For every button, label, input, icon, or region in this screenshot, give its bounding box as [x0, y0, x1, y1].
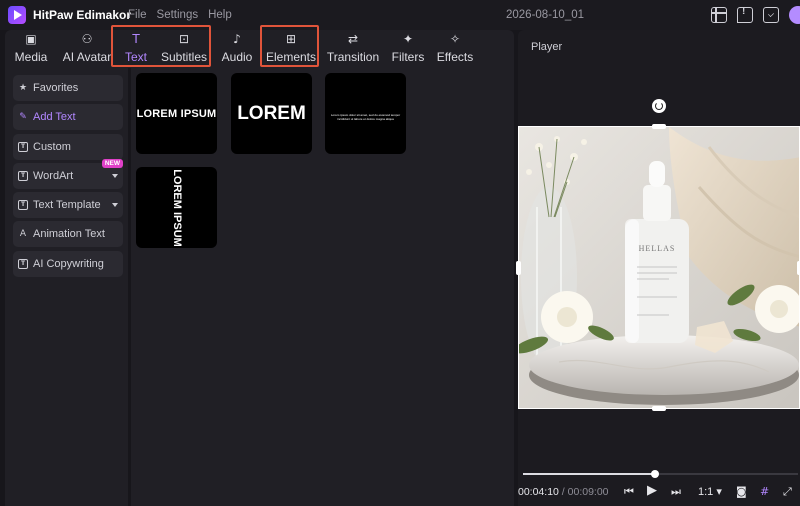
transition-icon: ⇄	[347, 32, 359, 46]
total-time: 00:09:00	[567, 486, 609, 498]
animation-text-icon: A	[19, 229, 27, 240]
sidebar-item-custom[interactable]: T Custom	[13, 133, 123, 160]
new-badge: NEW	[101, 158, 123, 168]
chevron-down-icon[interactable]	[112, 203, 118, 208]
previous-frame-icon[interactable]: ⏮	[624, 485, 634, 499]
app-name: HitPaw Edimakor	[33, 8, 132, 22]
sidebar-item-add-text[interactable]: ✎ Add Text	[13, 104, 123, 131]
menu-bar: File Settings Help	[128, 9, 232, 21]
sidebar-item-ai-copywriting[interactable]: T AI Copywriting	[13, 250, 123, 277]
subtitles-icon: ⊡	[178, 32, 190, 46]
product-label: HELLAS	[639, 244, 676, 253]
menu-file[interactable]: File	[128, 9, 147, 21]
pane-divider[interactable]	[128, 68, 131, 506]
tab-ai-avatar[interactable]: ⚇ AI Avatar	[59, 30, 115, 68]
player-pane: Player HELLAS 00:04:10 / 00:09:00 ⏮ ▶ ⏭ …	[516, 30, 800, 506]
text-template-icon: T	[18, 200, 28, 211]
effects-icon: ✧	[449, 32, 461, 46]
tab-effects[interactable]: ✧ Effects	[436, 30, 474, 68]
resize-handle-left[interactable]	[516, 261, 521, 275]
sidebar-item-wordart[interactable]: T WordArt NEW	[13, 158, 123, 189]
sidebar-item-animation-text[interactable]: A Animation Text	[13, 221, 123, 248]
tab-elements[interactable]: ⊞ Elements	[266, 30, 316, 68]
play-icon[interactable]: ▶	[647, 483, 657, 498]
grid-icon[interactable]: #	[760, 485, 769, 498]
text-preset-tile[interactable]: Lorem ipsum dolor sit amet, sed do eiusm…	[325, 73, 406, 154]
player-title: Player	[531, 41, 563, 53]
progress-thumb[interactable]	[651, 470, 659, 478]
app-logo-icon	[8, 6, 26, 24]
menu-settings[interactable]: Settings	[157, 9, 199, 21]
resize-handle-bottom[interactable]	[652, 406, 666, 411]
tab-transition[interactable]: ⇄ Transition	[327, 30, 379, 68]
tab-filters[interactable]: ✦ Filters	[391, 30, 425, 68]
audio-icon: ♪	[233, 32, 241, 46]
snapshot-icon[interactable]: ◙	[736, 485, 747, 498]
sidebar-item-favorites[interactable]: ★ Favorites	[13, 75, 123, 101]
video-preview[interactable]: HELLAS	[518, 126, 800, 409]
tab-subtitles[interactable]: ⊡ Subtitles	[160, 30, 208, 68]
ai-copywriting-icon: T	[18, 258, 28, 269]
tab-media[interactable]: ▣ Media	[13, 30, 49, 68]
ai-avatar-icon: ⚇	[81, 32, 93, 46]
filters-icon: ✦	[402, 32, 414, 46]
wordart-icon: T	[18, 170, 28, 181]
text-preset-tile[interactable]: LOREM IPSUM	[136, 167, 217, 248]
progress-fill	[523, 473, 655, 475]
resize-handle-top[interactable]	[652, 124, 666, 129]
preview-image: HELLAS	[519, 127, 799, 408]
chevron-down-icon[interactable]	[112, 173, 118, 178]
rotate-handle-icon[interactable]	[652, 99, 666, 113]
media-icon: ▣	[25, 32, 37, 46]
text-preset-tile[interactable]: LOREM	[231, 73, 312, 154]
menu-help[interactable]: Help	[208, 9, 232, 21]
custom-text-icon: T	[18, 141, 28, 152]
fullscreen-icon[interactable]: ⤢	[783, 485, 792, 499]
project-title: 2026-08-10_01	[506, 9, 585, 21]
main-toolbar: ▣ Media ⚇ AI Avatar T Text ⊡ Subtitles ♪…	[5, 30, 514, 68]
elements-icon: ⊞	[285, 32, 297, 46]
tab-audio[interactable]: ♪ Audio	[220, 30, 254, 68]
media-library-pane: ▣ Media ⚇ AI Avatar T Text ⊡ Subtitles ♪…	[5, 25, 514, 506]
text-preset-tile[interactable]: LOREM IPSUM	[136, 73, 217, 154]
playback-progress-bar[interactable]	[523, 470, 798, 478]
avatar[interactable]	[789, 6, 800, 24]
add-text-icon: ✎	[19, 112, 27, 123]
feedback-icon[interactable]	[737, 6, 753, 23]
aspect-ratio-select[interactable]: 1:1 ▾	[698, 485, 722, 498]
text-icon: T	[132, 32, 140, 46]
title-bar: HitPaw Edimakor File Settings Help 2026-…	[0, 0, 800, 30]
tab-text[interactable]: T Text	[123, 30, 149, 68]
next-frame-icon[interactable]: ⏭	[671, 485, 681, 499]
time-display: 00:04:10 / 00:09:00	[518, 486, 609, 498]
sidebar-item-text-template[interactable]: T Text Template	[13, 192, 123, 219]
current-time: 00:04:10	[518, 486, 559, 498]
layout-icon[interactable]	[711, 7, 727, 23]
star-icon: ★	[18, 83, 28, 93]
export-icon[interactable]	[763, 7, 779, 23]
text-sidebar: ★ Favorites ✎ Add Text T Custom T WordAr…	[13, 75, 123, 280]
